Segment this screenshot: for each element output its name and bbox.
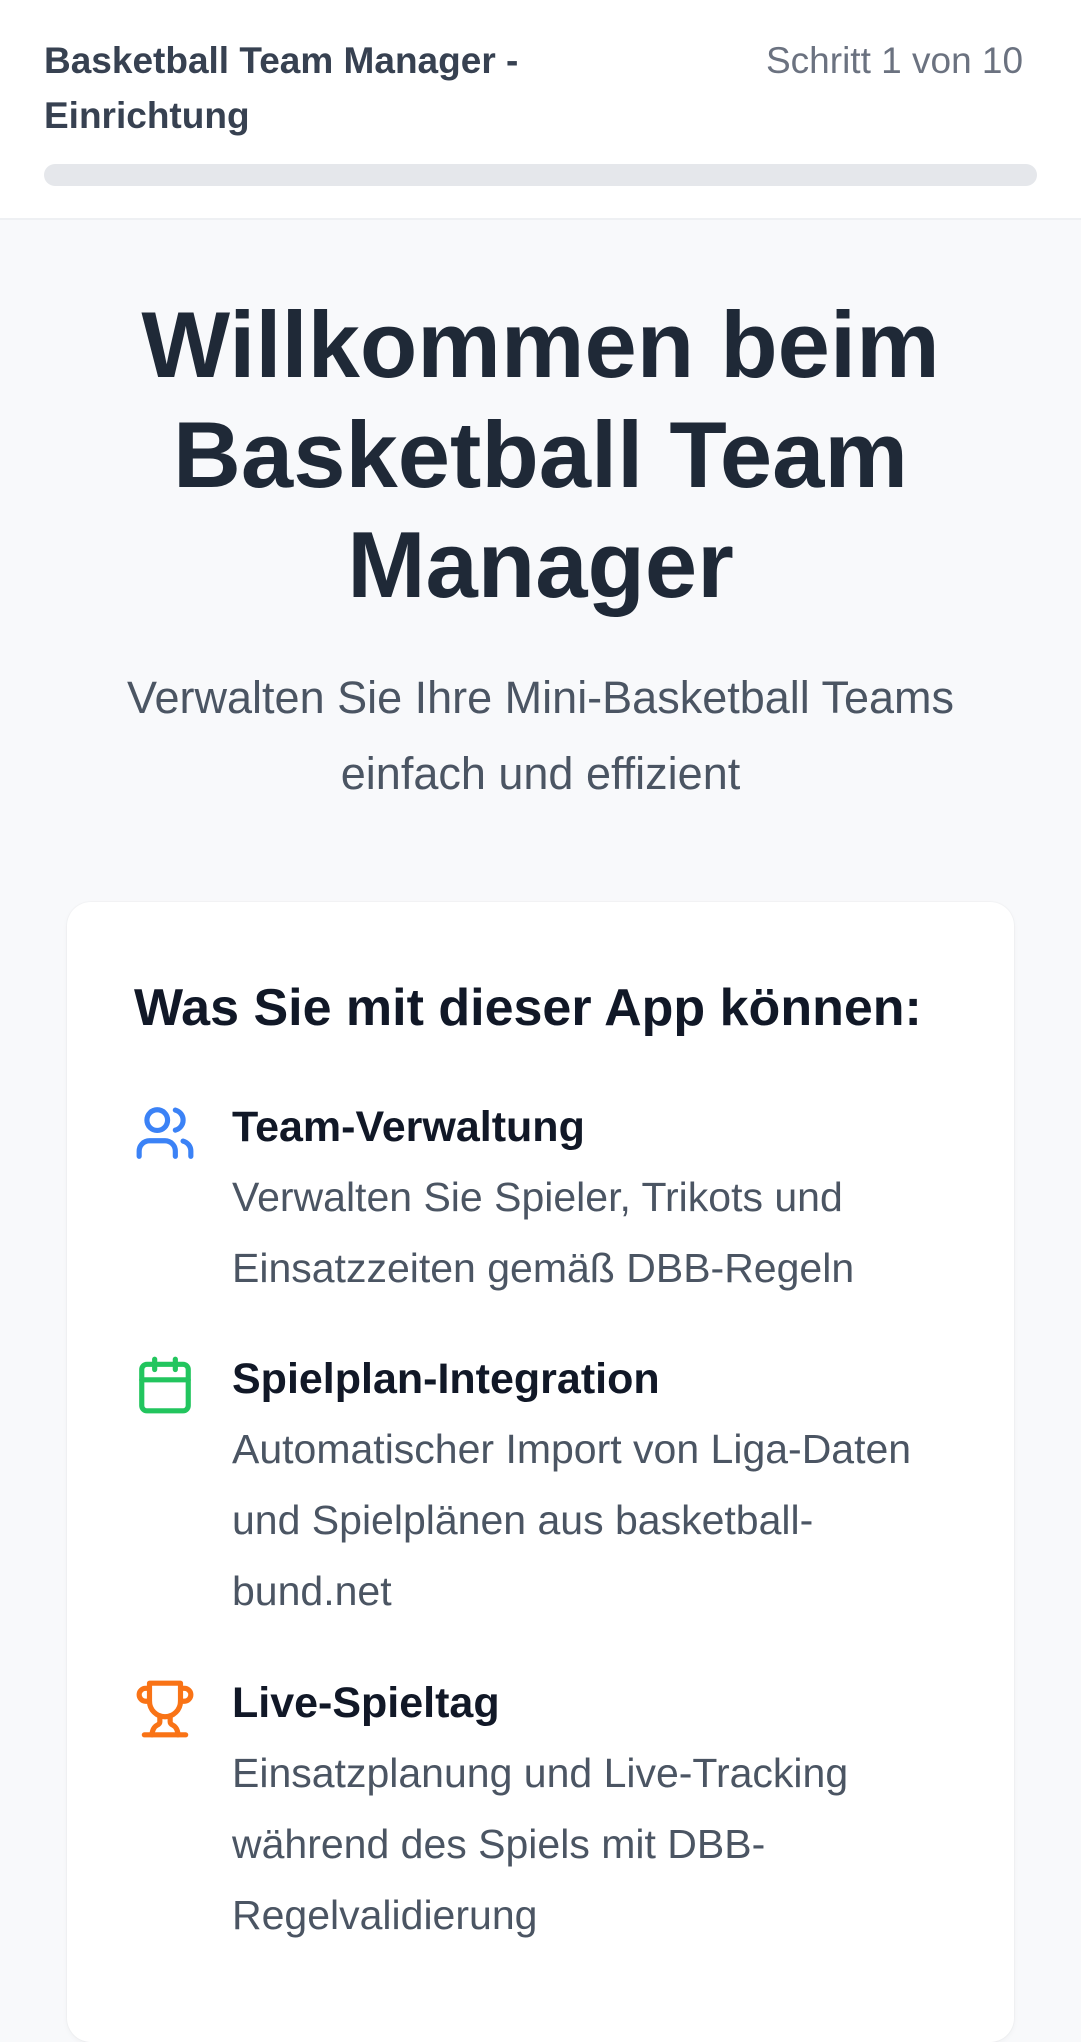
features-card-title: Was Sie mit dieser App können: [134,979,922,1037]
setup-header: Basketball Team Manager - Einrichtung Sc… [0,0,1081,220]
calendar-icon [139,1356,191,1414]
feature-description: Verwalten Sie Spieler, Trikots und Einsa… [232,1174,855,1291]
trophy-icon [136,1680,194,1738]
users-icon [136,1107,194,1159]
feature-title: Team-Verwaltung [232,1103,585,1151]
feature-description: Einsatzplanung und Live-Tracking während… [232,1750,849,1938]
feature-title: Live-Spieltag [232,1679,500,1727]
welcome-subtitle: Verwalten Sie Ihre Mini-Basketball Teams… [126,672,955,799]
feature-title: Spielplan-Integration [232,1355,660,1403]
welcome-title: Willkommen beim Basketball Team Manager [141,292,940,617]
step-indicator: Schritt 1 von 10 [766,40,1024,81]
features-card: Was Sie mit dieser App können: Team-Verw… [67,902,1014,2042]
app-title: Basketball Team Manager - Einrichtung [44,40,519,136]
setup-progress-bar [44,164,1037,186]
feature-description: Automatischer Import von Liga-Daten und … [232,1426,912,1614]
